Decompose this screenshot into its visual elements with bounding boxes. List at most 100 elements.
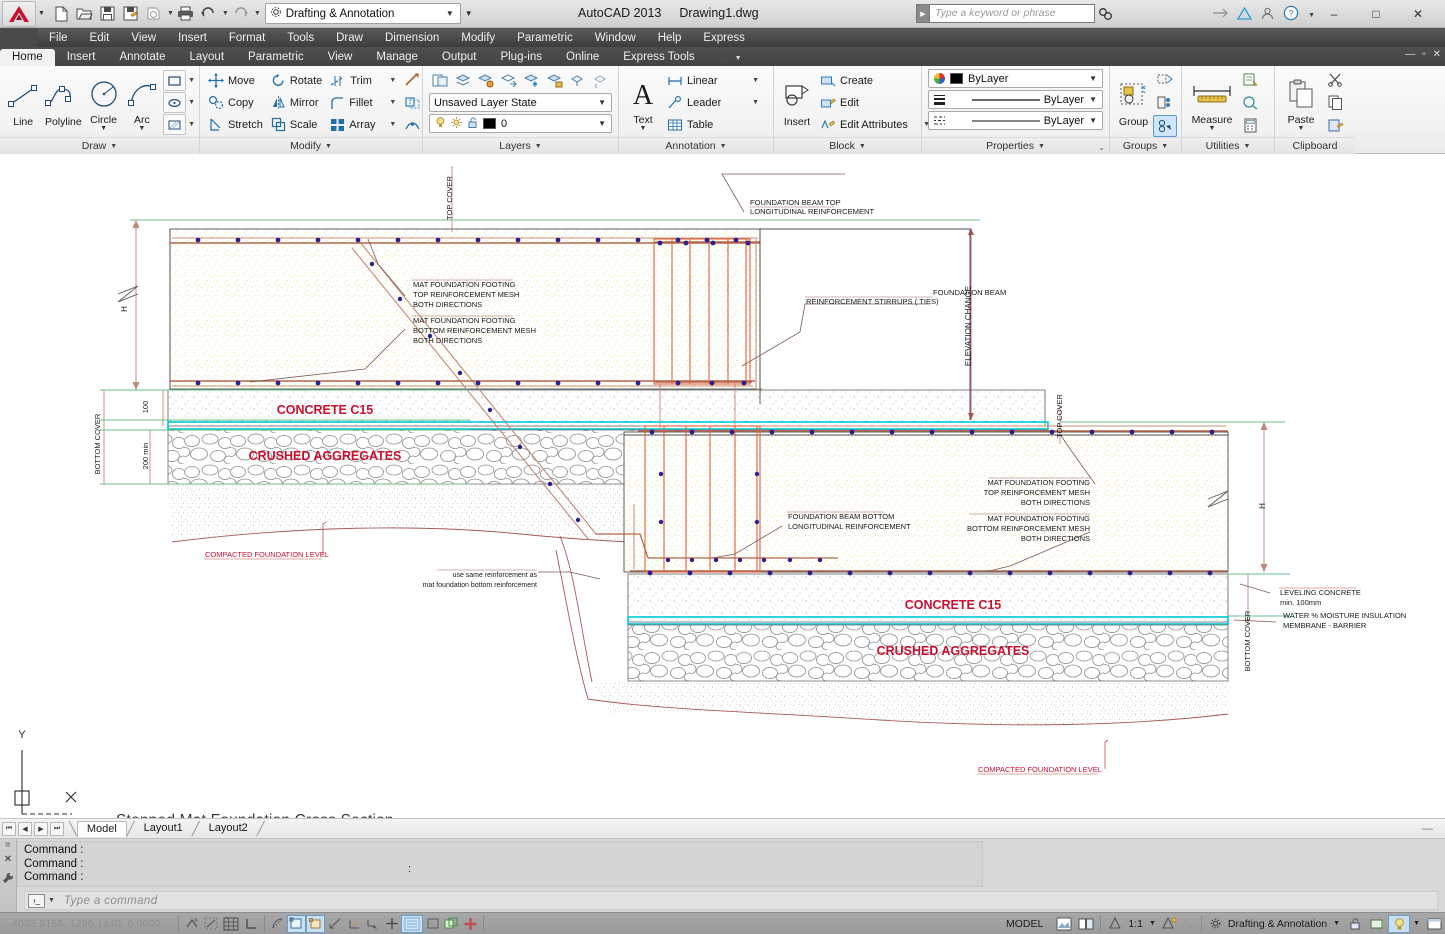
isolate-caret[interactable]: ▼ [1410, 920, 1423, 927]
save-icon[interactable] [97, 3, 119, 25]
annotation-leader-button[interactable]: Leader ▼ [663, 92, 763, 113]
ribbon-close-icon[interactable]: ✕ [1433, 49, 1441, 60]
modify-copy-button[interactable]: Copy [204, 92, 267, 113]
layer-properties-icon[interactable] [429, 69, 451, 91]
chevron-down-icon[interactable]: ▼ [325, 143, 332, 150]
menu-insert[interactable]: Insert [167, 30, 218, 46]
group-edit-icon[interactable] [1153, 92, 1177, 114]
chevron-down-icon[interactable]: ▼ [442, 9, 458, 18]
layer-lock-icon[interactable] [544, 69, 566, 91]
tab-view[interactable]: View [316, 49, 365, 66]
chevron-down-icon[interactable]: ▼ [593, 98, 611, 107]
panel-utilities-title[interactable]: Utilities ▼ [1182, 137, 1274, 154]
join-icon[interactable] [400, 115, 424, 137]
workspace-overflow-caret[interactable]: ▼ [465, 9, 473, 18]
tab-layout2[interactable]: Layout2 [200, 821, 257, 836]
workspace-switching[interactable]: Drafting & Annotation ▼ [1205, 915, 1344, 933]
menu-format[interactable]: Format [218, 30, 276, 46]
menu-parametric[interactable]: Parametric [506, 30, 584, 46]
workspace-caret[interactable]: ▼ [1333, 920, 1340, 927]
undo-caret[interactable]: ▼ [222, 10, 229, 17]
tab-layout1[interactable]: Layout1 [135, 821, 192, 836]
ellipse-caret[interactable]: ▼ [188, 99, 195, 106]
plot-preview-caret[interactable]: ▼ [167, 10, 174, 17]
layer-off-icon[interactable] [475, 69, 497, 91]
coordinate-readout[interactable]: 4033.9156, 1296.1440, 0.0000 [0, 918, 175, 930]
panel-properties-title[interactable]: Properties ▼ ⌄ [922, 137, 1109, 154]
quick-calc-icon[interactable] [1238, 92, 1262, 114]
chevron-down-icon[interactable]: ▼ [110, 143, 117, 150]
layer-merge-icon[interactable] [452, 69, 474, 91]
workspace-switcher[interactable]: Drafting & Annotation ▼ [264, 3, 461, 24]
circle-dropdown-caret[interactable]: ▼ [100, 125, 107, 132]
layer-state-combo[interactable]: Unsaved Layer State ▼ [429, 93, 612, 112]
wrench-icon[interactable] [2, 871, 14, 889]
linear-caret[interactable]: ▼ [748, 77, 759, 84]
panel-block-title[interactable]: Block ▼ [774, 137, 921, 154]
layer-on-icon[interactable] [434, 116, 447, 132]
fillet-caret[interactable]: ▼ [385, 99, 396, 106]
nav-next-icon[interactable]: ▶ [34, 821, 48, 836]
chevron-down-icon[interactable]: ▼ [1243, 143, 1250, 150]
new-file-icon[interactable] [51, 3, 73, 25]
panel-groups-title[interactable]: Groups ▼ [1110, 137, 1181, 154]
chevron-down-icon[interactable]: ▼ [1084, 74, 1102, 83]
draw-polyline-button[interactable]: Polyline [42, 74, 84, 131]
printer-icon[interactable] [175, 3, 197, 25]
logo-dropdown-caret[interactable]: ▼ [38, 10, 45, 17]
panel-draw-title[interactable]: Draw ▼ [0, 137, 199, 154]
menu-tools[interactable]: Tools [276, 30, 325, 46]
layer-previous-icon[interactable] [590, 69, 612, 91]
current-color-swatch[interactable] [950, 73, 963, 84]
scissors-icon[interactable] [1323, 69, 1347, 91]
quick-view-layouts-icon[interactable] [1053, 915, 1075, 933]
group-button[interactable]: Group [1114, 74, 1153, 131]
chevron-down-icon[interactable]: ▼ [1084, 95, 1102, 104]
nav-prev-icon[interactable]: ◀ [18, 821, 32, 836]
hatch-caret[interactable]: ▼ [188, 121, 195, 128]
array-caret[interactable]: ▼ [385, 121, 396, 128]
menu-express[interactable]: Express [692, 30, 756, 46]
close-icon[interactable]: ✕ [4, 854, 12, 865]
command-input-row[interactable]: ›_ ▼ Type a command [24, 891, 1438, 910]
search-expand-arrow-icon[interactable]: ▶ [916, 4, 929, 23]
menu-file[interactable]: File [38, 30, 79, 46]
chevron-down-icon[interactable]: ▼ [859, 143, 866, 150]
command-history[interactable]: Command : Command : Command : [17, 841, 983, 887]
tab-insert[interactable]: Insert [55, 49, 108, 66]
lineweight-icon[interactable] [401, 914, 423, 933]
command-prompt-caret[interactable]: ▼ [48, 897, 55, 904]
leader-caret[interactable]: ▼ [748, 99, 759, 106]
layoutbar-collapse-icon[interactable]: — [1422, 823, 1445, 835]
draw-line-button[interactable]: Line [4, 74, 42, 131]
undo-arrow-icon[interactable] [198, 3, 220, 25]
measure-button[interactable]: Measure ▼ [1186, 72, 1238, 134]
trim-caret[interactable]: ▼ [385, 77, 396, 84]
paste-caret[interactable]: ▼ [1298, 125, 1305, 132]
exchange-icon[interactable] [1212, 7, 1229, 25]
clean-screen-icon[interactable] [1423, 915, 1445, 933]
search-input[interactable]: Type a keyword or phrase [929, 4, 1095, 23]
group-selection-icon[interactable] [1153, 114, 1177, 137]
panel-annotation-title[interactable]: Annotation ▼ [619, 137, 773, 154]
properties-dialog-launcher[interactable]: ⌄ [1098, 143, 1105, 152]
tab-camera-overflow[interactable]: ▼ [707, 51, 754, 66]
measure-caret[interactable]: ▼ [1209, 125, 1216, 132]
help-icon[interactable]: ? [1283, 5, 1299, 26]
tab-layout[interactable]: Layout [178, 49, 237, 66]
tab-express-tools[interactable]: Express Tools [611, 49, 706, 66]
ortho-icon[interactable] [242, 915, 261, 933]
panel-modify-title[interactable]: Modify ▼ [200, 137, 422, 154]
layer-isolate-icon[interactable] [498, 69, 520, 91]
search-icon[interactable] [1095, 4, 1115, 23]
block-edit-attributes-button[interactable]: Edit Attributes ▼ [816, 114, 934, 135]
annotation-visibility-icon[interactable] [1160, 915, 1179, 933]
chevron-down-icon[interactable]: ▼ [720, 143, 727, 150]
redo-caret[interactable]: ▼ [254, 10, 261, 17]
panel-layers-title[interactable]: Layers ▼ [423, 137, 618, 154]
property-lineweight-combo[interactable]: ByLayer ▼ [928, 90, 1103, 109]
property-linetype-combo[interactable]: ByLayer ▼ [928, 111, 1103, 130]
object-snap-icon[interactable] [287, 914, 306, 933]
copy-clip-icon[interactable] [1323, 92, 1347, 114]
plot-preview-icon[interactable] [143, 3, 165, 25]
